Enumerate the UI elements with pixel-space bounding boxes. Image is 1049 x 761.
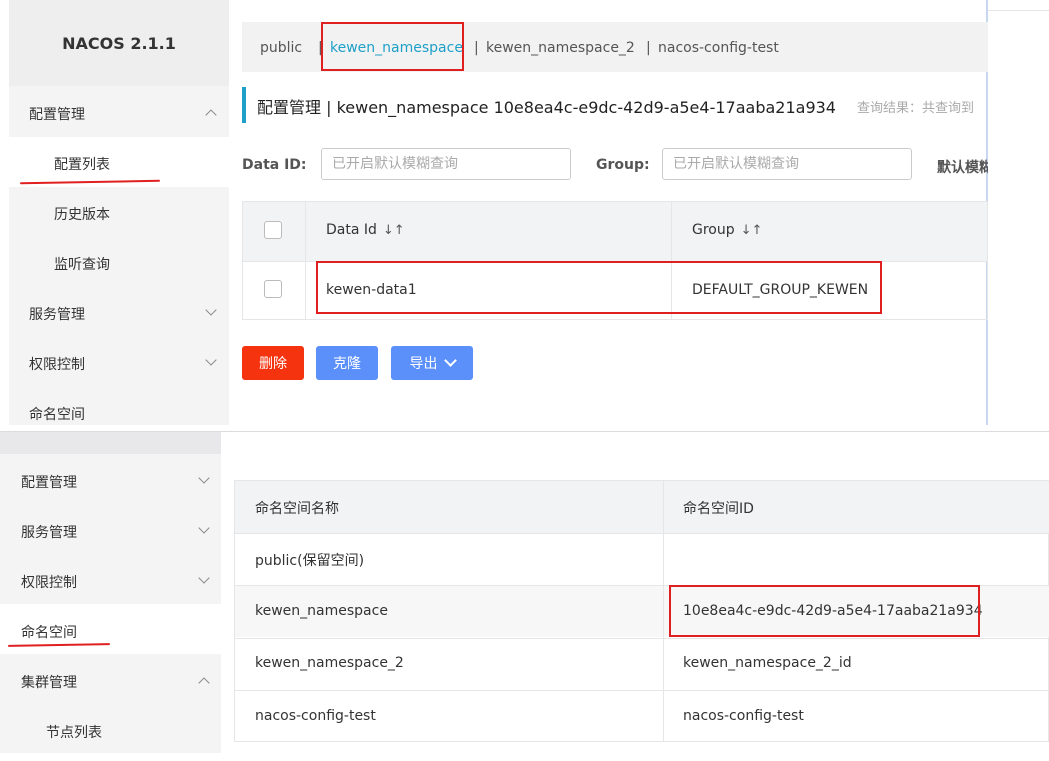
cell-namespace-name: public(保留空间) [255,553,365,569]
tab-nacos-config-test[interactable]: nacos-config-test [658,40,779,56]
divider [663,481,664,741]
select-all-checkbox[interactable] [264,221,282,239]
sidebar-item-namespace[interactable]: 命名空间 [29,404,85,424]
data-id-input[interactable]: 已开启默认模糊查询 [321,148,571,180]
data-id-label: Data ID: [242,157,307,173]
app-logo: NACOS 2.1.1 [9,0,229,86]
sidebar-header [0,432,221,454]
cell-namespace-name: kewen_namespace_2 [255,655,404,671]
cell-namespace-id: kewen_namespace_2_id [683,655,852,671]
sidebar-item-listen-query[interactable]: 监听查询 [54,254,110,274]
sort-icon[interactable]: ↓↑ [741,223,763,238]
sidebar-item-history[interactable]: 历史版本 [54,204,110,224]
default-fuzzy-label: 默认模糊 [937,160,988,176]
column-header-group[interactable]: Group ↓↑ [692,222,762,238]
divider [235,690,1049,691]
title-accent-bar [242,87,246,123]
column-header-namespace-id: 命名空间ID [683,501,754,517]
column-group-label: Group [692,222,735,238]
annotation-box [321,22,464,71]
annotation-box [316,261,882,314]
tab-public[interactable]: public [260,40,302,56]
tab-separator: | [474,40,479,56]
divider [988,10,1049,11]
chevron-down-icon [443,354,457,367]
sort-icon[interactable]: ↓↑ [383,223,405,238]
divider [235,533,1049,534]
tab-kewen-namespace-2[interactable]: kewen_namespace_2 [486,40,635,56]
column-header-data-id[interactable]: Data Id ↓↑ [326,222,405,238]
group-input[interactable]: 已开启默认模糊查询 [662,148,912,180]
sidebar-item-access-control[interactable]: 权限控制 [29,354,85,374]
cell-namespace-name: nacos-config-test [255,708,376,724]
sidebar-item-service-mgmt[interactable]: 服务管理 [29,304,85,324]
column-header-namespace-name: 命名空间名称 [255,501,339,517]
query-result: 查询结果：共查询到 [857,101,975,116]
annotation-box [669,585,980,637]
tab-separator: | [646,40,651,56]
sidebar-item-namespace[interactable]: 命名空间 [21,622,77,642]
clone-button[interactable]: 克隆 [316,346,378,380]
export-button[interactable]: 导出 [391,346,473,380]
sidebar-item-node-list[interactable]: 节点列表 [46,722,102,742]
row-checkbox[interactable] [264,280,282,298]
cell-namespace-name: kewen_namespace [255,603,388,619]
divider [305,202,306,319]
cell-namespace-id: nacos-config-test [683,708,804,724]
sidebar-item-service-mgmt[interactable]: 服务管理 [21,522,77,542]
sidebar-item-access-control[interactable]: 权限控制 [21,572,77,592]
delete-button[interactable]: 删除 [242,346,304,380]
export-label: 导出 [409,356,438,372]
column-data-id-label: Data Id [326,222,377,238]
divider [235,638,1049,639]
table-header [235,481,1049,533]
group-label: Group: [596,157,650,173]
sidebar-item-config-mgmt[interactable]: 配置管理 [29,104,85,124]
sidebar-item-cluster-mgmt[interactable]: 集群管理 [21,672,77,692]
page-title: 配置管理 | kewen_namespace 10e8ea4c-e9dc-42d… [257,98,836,117]
sidebar-item-config-list[interactable]: 配置列表 [54,154,110,174]
sidebar-item-config-mgmt[interactable]: 配置管理 [21,472,77,492]
